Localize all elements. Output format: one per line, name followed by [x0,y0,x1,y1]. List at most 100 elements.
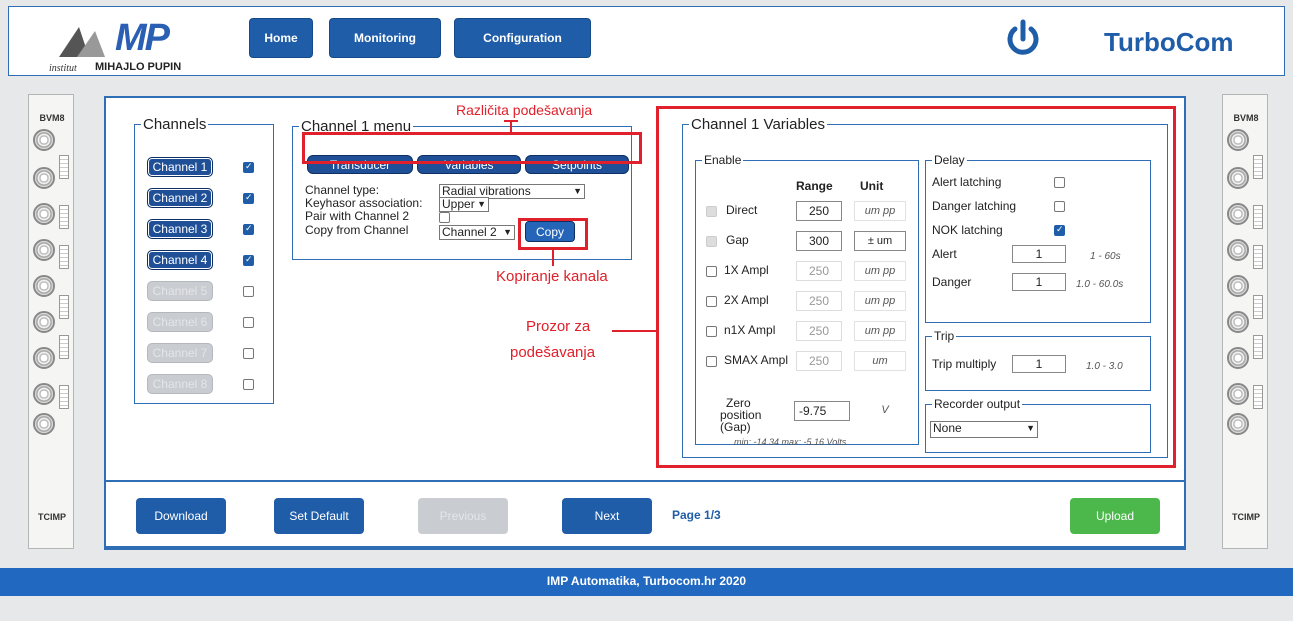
alert-delay-label: Alert [932,247,957,261]
previous-button[interactable]: Previous [418,498,508,534]
zero-position-input[interactable]: -9.75 [794,401,850,421]
delay-group: Delay Alert latching Danger latching NOK… [925,153,1151,323]
keyhasor-select[interactable]: Upper ▼ [439,197,489,212]
channel-4-button[interactable]: Channel 4 [147,250,213,270]
channels-group: Channels Channel 1 Channel 2 Channel 3 Chan… [134,116,274,404]
connector-icon [33,167,55,189]
enable-group: Enable Range Unit Direct 250 um pp Gap 300 ± … [695,153,919,447]
channel-2-button[interactable]: Channel 2 [147,188,213,208]
led-strip-icon [1253,245,1263,269]
next-button[interactable]: Next [562,498,652,534]
led-strip-icon [59,335,69,359]
enable-checkbox[interactable] [706,266,717,277]
enable-checkbox[interactable] [706,356,717,367]
set-default-button[interactable]: Set Default [274,498,364,534]
danger-latching-checkbox[interactable] [1054,201,1065,212]
channel-8-checkbox[interactable] [243,379,254,390]
imp-logo: MP institut MIHAJLO PUPIN [49,17,219,74]
copy-from-select[interactable]: Channel 2 ▼ [439,225,515,240]
unit-field[interactable]: ± um [854,231,906,251]
connector-icon [1227,347,1249,369]
channel-3-button[interactable]: Channel 3 [147,219,213,239]
range-input[interactable]: 300 [796,231,842,251]
keyhasor-value: Upper [442,197,475,211]
channel-5-button[interactable]: Channel 5 [147,281,213,301]
channel-3-checkbox[interactable] [243,223,254,235]
channel-7-checkbox[interactable] [243,348,254,359]
chevron-down-icon: ▼ [1026,423,1035,433]
logo-mp-text: MP [115,17,170,59]
connector-icon [33,239,55,261]
nav-monitoring-button[interactable]: Monitoring [329,18,441,58]
alert-latching-checkbox[interactable] [1054,177,1065,188]
led-strip-icon [1253,385,1263,409]
annotation-copy-line [552,250,554,266]
trip-multiply-input[interactable]: 1 [1012,355,1066,373]
recorder-output-select[interactable]: None ▼ [930,421,1038,438]
annotation-window-line [612,330,656,332]
channel-7-button[interactable]: Channel 7 [147,343,213,363]
logo-shape-icon [59,27,105,57]
channel-5-checkbox[interactable] [243,286,254,297]
turbocom-brand: TurboCom [1104,27,1234,57]
rack-top-label: BVM8 [1233,113,1259,123]
connector-icon [1227,413,1249,435]
channel-8-button[interactable]: Channel 8 [147,374,213,394]
led-strip-icon [1253,155,1263,179]
variables-group: Channel 1 Variables Enable Range Unit Di… [682,116,1168,458]
unit-header: Unit [860,179,884,193]
unit-field: um pp [854,291,906,311]
recorder-output-value: None [933,421,962,435]
delay-legend: Delay [934,153,965,167]
annotation-copy: Kopiranje kanala [496,268,608,285]
led-strip-icon [59,385,69,409]
connector-icon [1227,239,1249,261]
connector-icon [1227,311,1249,333]
variable-label: n1X Ampl [724,323,776,337]
led-strip-icon [1253,335,1263,359]
download-button[interactable]: Download [136,498,226,534]
chevron-down-icon: ▼ [477,199,486,209]
tabs-highlight-box [302,132,642,164]
copy-from-value: Channel 2 [442,225,497,239]
alert-latching-label: Alert latching [932,175,1002,189]
variable-label: 1X Ampl [724,263,769,277]
pair-checkbox[interactable] [439,212,450,223]
enable-checkbox[interactable] [706,296,717,307]
alert-delay-input[interactable]: 1 [1012,245,1066,263]
annotation-window-line1: Prozor za [526,318,591,335]
unit-field: um pp [854,321,906,341]
range-input[interactable]: 250 [796,261,842,281]
nav-home-button[interactable]: Home [249,18,313,58]
left-rack-panel: BVM8 TCIMP [28,94,74,549]
channel-1-checkbox[interactable] [243,161,254,173]
unit-field: um [854,351,906,371]
connector-icon [33,413,55,435]
range-input[interactable]: 250 [796,291,842,311]
enable-checkbox[interactable] [706,206,717,217]
nav-configuration-button[interactable]: Configuration [454,18,591,58]
danger-delay-label: Danger [932,275,972,289]
danger-delay-input[interactable]: 1 [1012,273,1066,291]
variable-label: SMAX Ampl [724,353,789,367]
connector-icon [1227,129,1249,151]
zero-label-3: (Gap) [720,420,751,434]
connector-icon [1227,275,1249,297]
channel-1-button[interactable]: Channel 1 [147,157,213,177]
range-input[interactable]: 250 [796,201,842,221]
channel-2-checkbox[interactable] [243,192,254,204]
nok-latching-checkbox[interactable] [1054,224,1065,236]
connector-icon [1227,167,1249,189]
channel-4-checkbox[interactable] [243,254,254,266]
range-input[interactable]: 250 [796,321,842,341]
power-icon[interactable] [1003,19,1043,59]
logo-institute-text: institut [49,63,77,74]
channel-6-checkbox[interactable] [243,317,254,328]
range-input[interactable]: 250 [796,351,842,371]
enable-checkbox[interactable] [706,236,717,247]
upload-button[interactable]: Upload [1070,498,1160,534]
recorder-group: Recorder output None ▼ [925,397,1151,453]
channel-6-button[interactable]: Channel 6 [147,312,213,332]
rack-bottom-label: TCIMP [38,512,66,522]
enable-checkbox[interactable] [706,326,717,337]
